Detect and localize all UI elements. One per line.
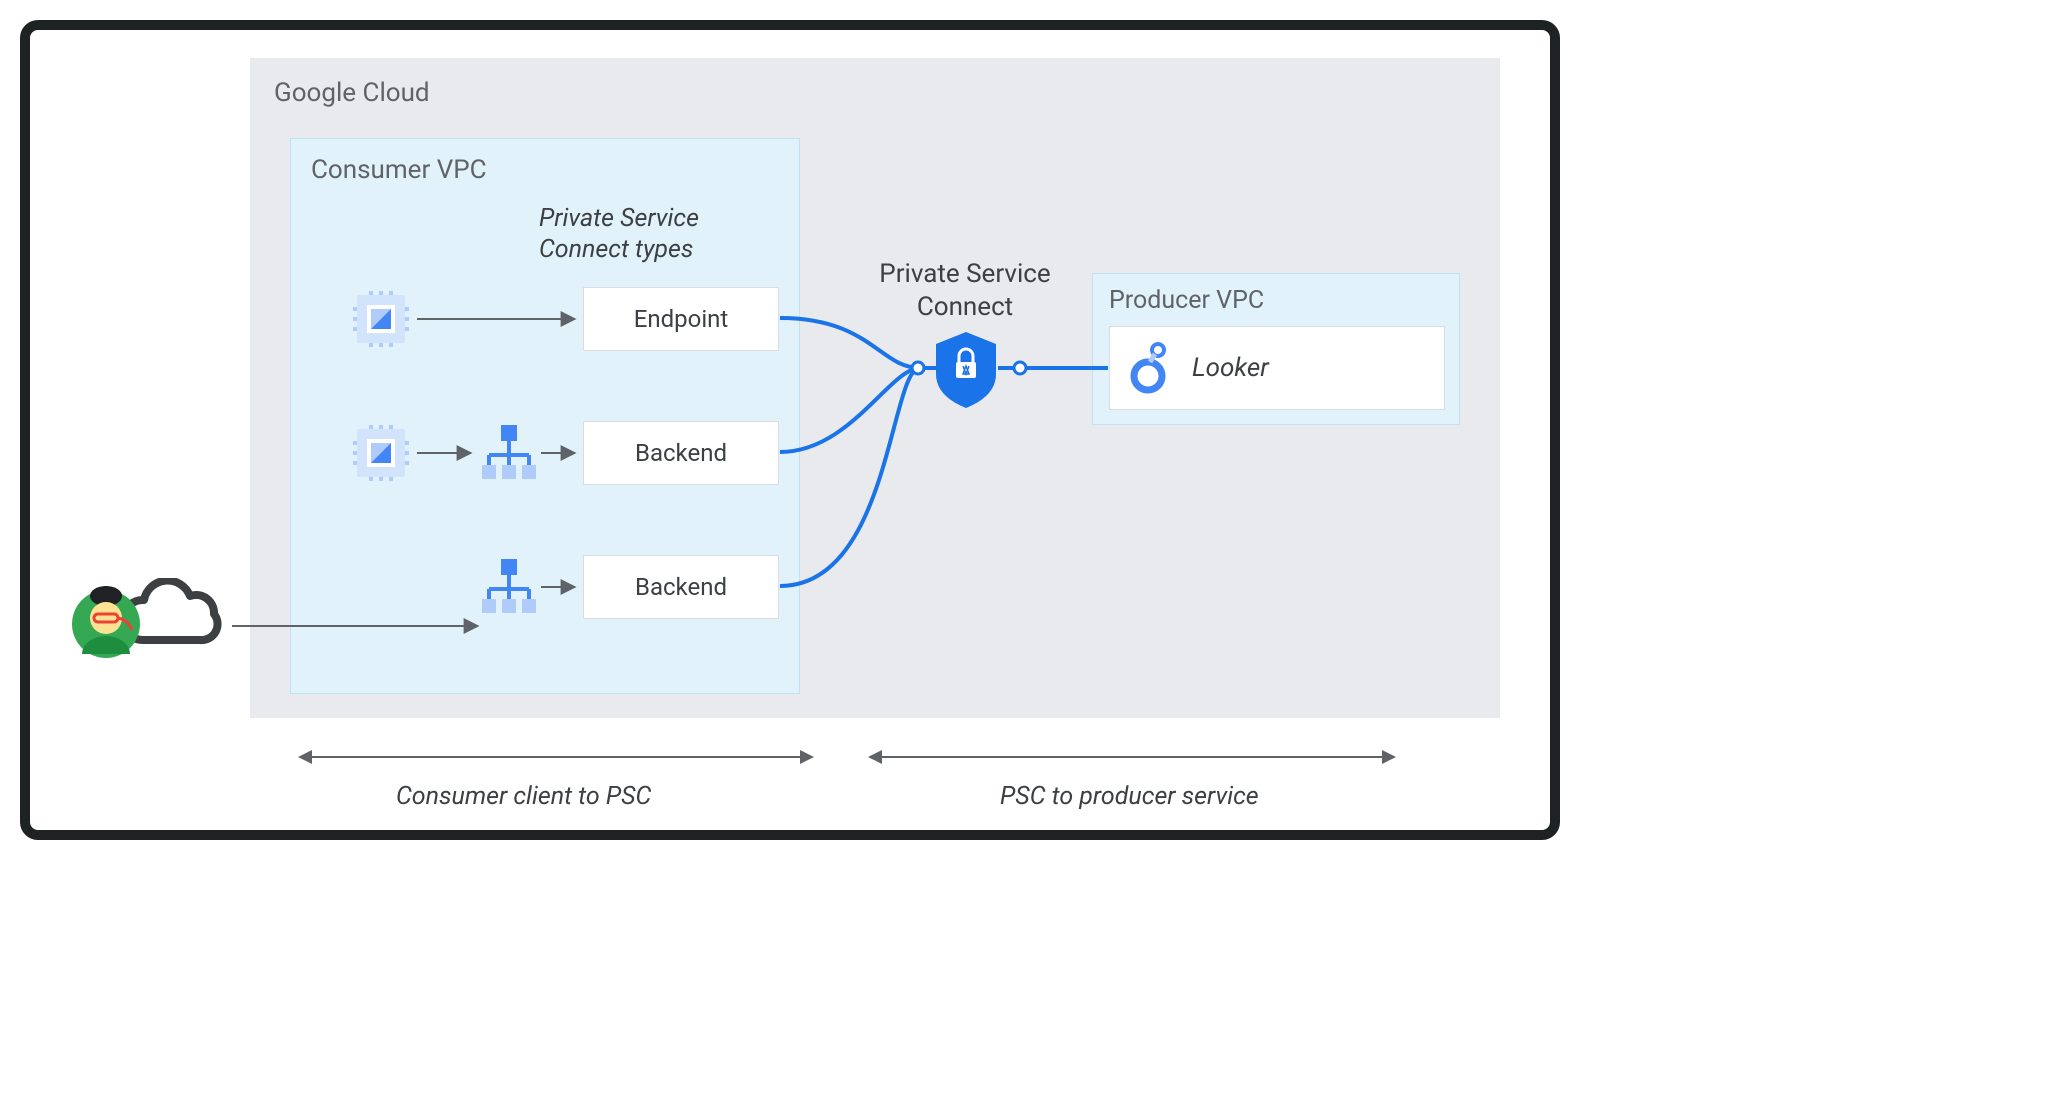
- psc-center-label: Private Service Connect: [845, 258, 1085, 323]
- psc-shield-icon: [936, 332, 996, 408]
- compute-icon: [353, 425, 409, 481]
- producer-vpc-region: Producer VPC Looker: [1092, 273, 1460, 425]
- consumer-vpc-label: Consumer VPC: [311, 155, 779, 185]
- looker-icon: [1128, 340, 1174, 396]
- range-arrow-producer: [870, 756, 1394, 758]
- external-user-group: [70, 578, 530, 672]
- google-cloud-label: Google Cloud: [274, 78, 1476, 108]
- range-arrow-consumer: [300, 756, 812, 758]
- range-label-producer: PSC to producer service: [1000, 782, 1259, 811]
- backend-box-1: Backend: [583, 421, 779, 485]
- looker-service-box: Looker: [1109, 326, 1445, 410]
- load-balancer-icon: [482, 425, 536, 479]
- user-cloud-svg: [70, 578, 530, 668]
- user-icon: [72, 586, 140, 658]
- producer-vpc-label: Producer VPC: [1109, 286, 1443, 315]
- backend-label-1: Backend: [635, 439, 727, 467]
- looker-label: Looker: [1192, 353, 1269, 383]
- backend-box-2: Backend: [583, 555, 779, 619]
- backend-label-2: Backend: [635, 573, 727, 601]
- endpoint-box: Endpoint: [583, 287, 779, 351]
- endpoint-label: Endpoint: [634, 305, 729, 333]
- diagram-frame: Google Cloud Consumer VPC Private Servic…: [20, 20, 1560, 840]
- compute-icon: [353, 291, 409, 347]
- range-label-consumer: Consumer client to PSC: [396, 782, 651, 811]
- psc-types-heading: Private Service Connect types: [539, 203, 779, 266]
